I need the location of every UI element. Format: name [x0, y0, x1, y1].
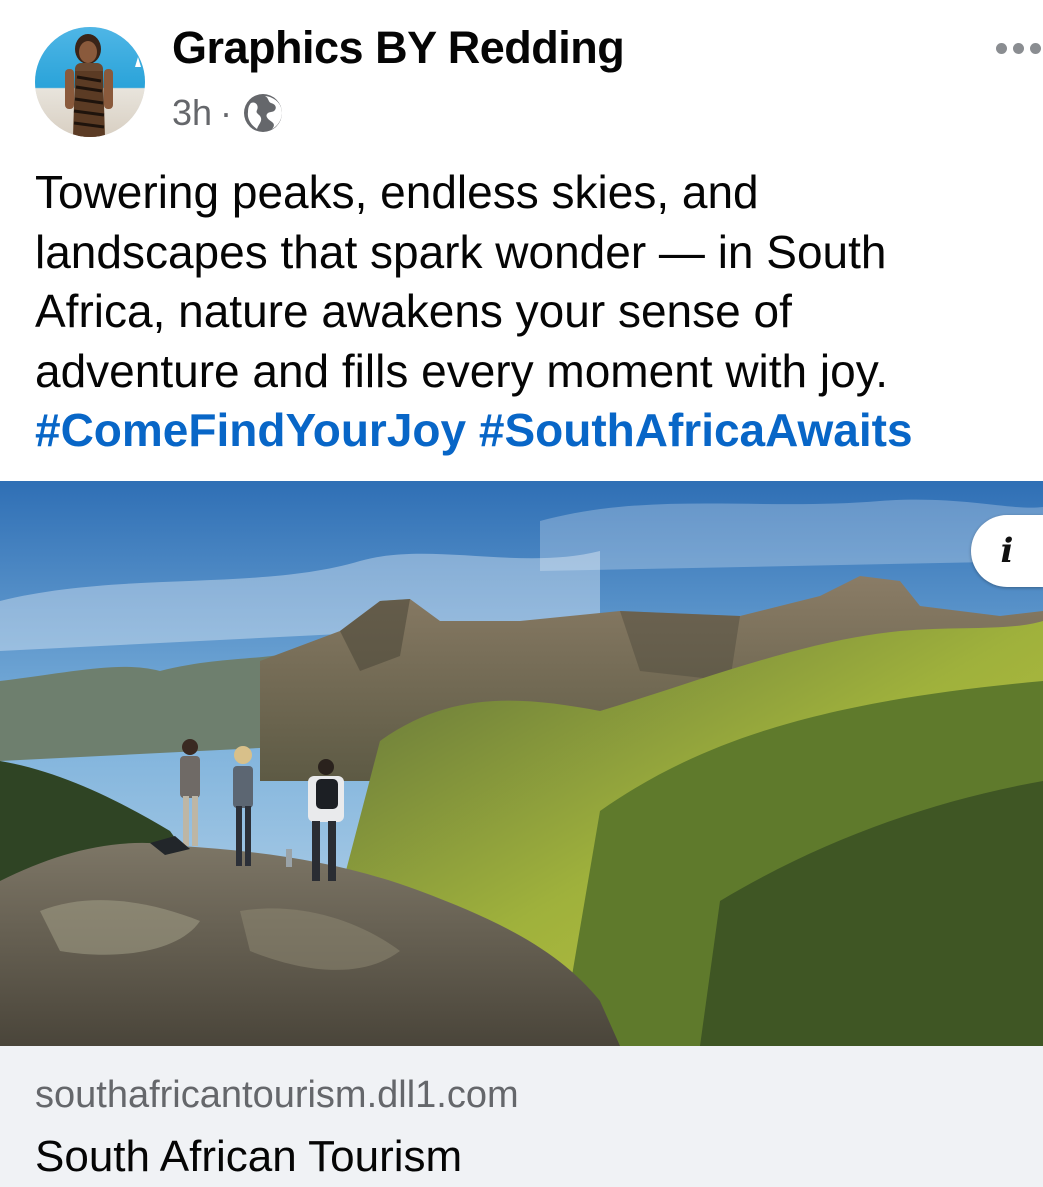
link-preview-footer[interactable]: southafricantourism.dll1.com South Afric…	[0, 1046, 1043, 1187]
more-options-button[interactable]	[985, 28, 1041, 68]
hashtag-row: #ComeFindYourJoy #SouthAfricaAwaits	[35, 401, 913, 461]
post-text-line: Towering peaks, endless skies, and	[35, 166, 759, 218]
post-text-line: Africa, nature awakens your sense of	[35, 285, 792, 337]
author-avatar[interactable]	[35, 27, 145, 137]
avatar-photo	[35, 27, 145, 137]
post-text-line: landscapes that spark wonder — in South	[35, 225, 887, 278]
post-meta: 3h ·	[172, 90, 284, 136]
dot-icon	[1030, 42, 1041, 54]
link-title: South African Tourism	[35, 1132, 463, 1181]
info-icon: i	[1000, 531, 1014, 571]
post-text: Towering peaks, endless skies, and lands…	[35, 163, 1025, 401]
globe-icon[interactable]	[242, 92, 284, 134]
ad-info-button[interactable]: i	[971, 515, 1043, 587]
hashtag-link[interactable]: #SouthAfricaAwaits	[479, 404, 913, 456]
mountain-landscape-photo	[0, 481, 1043, 1046]
post-timestamp[interactable]: 3h	[172, 92, 212, 134]
link-domain: southafricantourism.dll1.com	[35, 1074, 519, 1116]
link-preview-image[interactable]	[0, 481, 1043, 1046]
dot-icon	[996, 42, 1007, 54]
post-text-line: adventure and fills every moment with jo…	[35, 344, 889, 397]
author-name[interactable]: Graphics BY Redding	[172, 22, 625, 74]
hashtag-link[interactable]: #ComeFindYourJoy	[35, 404, 466, 456]
feed-post: Graphics BY Redding 3h · Towering peaks,…	[0, 0, 1043, 1187]
dot-icon	[1013, 42, 1024, 54]
meta-separator: ·	[220, 92, 233, 133]
